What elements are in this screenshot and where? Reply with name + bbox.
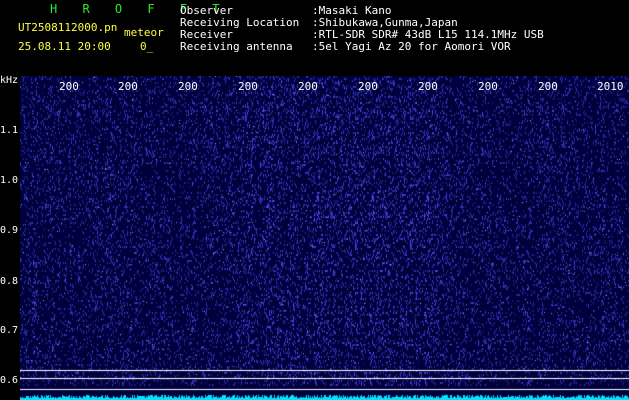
x-tick-label: 200: [358, 80, 378, 93]
y-tick-label: 0.9: [0, 225, 19, 236]
x-tick-label: 200: [478, 80, 498, 93]
y-tick-label: 1.1: [0, 125, 19, 136]
spectrogram-plot: [20, 76, 629, 400]
x-tick-label: 200: [238, 80, 258, 93]
x-tick-label: 200: [418, 80, 438, 93]
mode-label: meteor: [124, 26, 164, 39]
x-tick-label: 200: [59, 80, 79, 93]
x-tick-label: 200: [538, 80, 558, 93]
x-tick-label: 200: [298, 80, 318, 93]
unit-label: kHz: [0, 75, 19, 86]
x-tick-label: 200: [178, 80, 198, 93]
y-tick-label: 1.0: [0, 175, 19, 186]
antenna-value: :5el Yagi Az 20 for Aomori VOR: [312, 40, 511, 53]
info-header: H R O F F T UT2508112000.pn meteor 25.08…: [0, 0, 629, 75]
y-tick-label: 0.8: [0, 276, 19, 287]
y-tick-label: 0.7: [0, 325, 19, 336]
counter: 0_: [140, 40, 154, 53]
filename: UT2508112000.pn: [18, 21, 118, 34]
antenna-label: Receiving antenna: [180, 40, 293, 53]
x-tick-label: 200: [118, 80, 138, 93]
x-tick-label: 2010: [597, 80, 624, 93]
y-tick-label: 0.6: [0, 375, 19, 386]
date-time: 25.08.11 20:00: [18, 40, 111, 53]
